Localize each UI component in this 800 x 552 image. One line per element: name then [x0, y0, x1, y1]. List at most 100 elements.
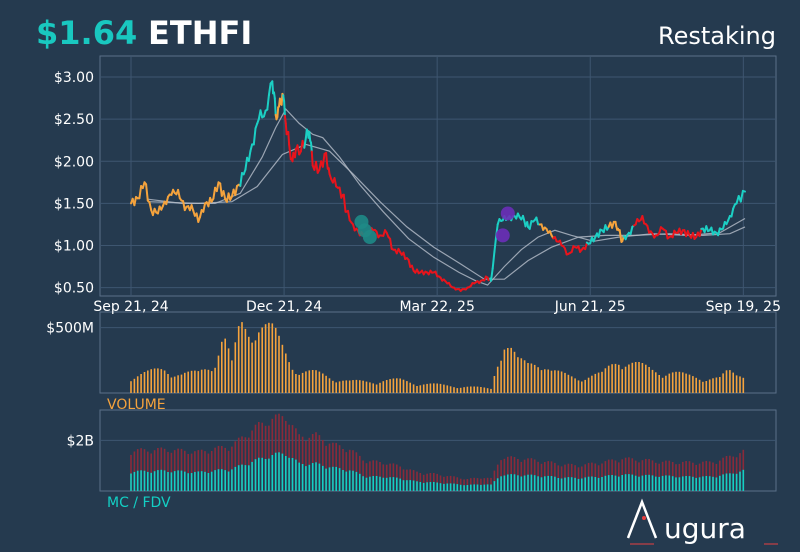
volume-bar	[150, 369, 152, 393]
mcap-bar	[470, 484, 472, 491]
mcap-bar	[496, 478, 499, 491]
mcap-bar	[480, 484, 482, 491]
volume-bar	[496, 366, 499, 393]
volume-bar	[264, 324, 267, 393]
volume-bar	[463, 387, 465, 393]
mcap-bar	[735, 473, 738, 491]
mcap-bar	[554, 476, 556, 491]
volume-bar	[295, 374, 297, 393]
volume-bar	[702, 381, 704, 393]
mcap-bar	[618, 476, 620, 491]
volume-bar	[251, 342, 253, 393]
y-tick-label: $2.00	[54, 154, 94, 170]
volume-bar	[177, 375, 179, 393]
mcap-bar	[197, 471, 200, 491]
mcap-bar	[254, 459, 257, 491]
mcap-bar	[621, 475, 623, 491]
volume-bar	[631, 362, 634, 393]
volume-bar	[328, 378, 331, 393]
mcap-bar	[244, 465, 247, 491]
mcap-bar	[641, 475, 644, 491]
mcap-bar	[453, 483, 455, 491]
volume-bar	[729, 370, 731, 393]
volume-bar	[466, 386, 469, 393]
mcap-bar	[533, 475, 536, 491]
mcap-bar	[439, 483, 442, 491]
mcap-y-tick: $2B	[67, 433, 94, 449]
volume-bar	[194, 370, 196, 393]
price-segment	[664, 229, 669, 240]
price-segment	[342, 193, 346, 204]
volume-label: VOLUME	[107, 397, 166, 413]
mcap-bar	[258, 457, 260, 491]
y-tick-label: $1.50	[54, 196, 94, 212]
volume-bar	[385, 380, 388, 393]
mcap-bar	[634, 475, 637, 491]
price-segment	[321, 152, 326, 168]
volume-bar	[483, 387, 486, 393]
event-marker	[500, 206, 515, 221]
volume-bar	[157, 368, 159, 393]
volume-bar	[298, 374, 300, 393]
volume-bar	[439, 383, 442, 393]
volume-bar	[241, 322, 243, 393]
volume-bar	[399, 378, 401, 393]
mcap-bar	[130, 473, 132, 491]
mcap-bar	[624, 474, 627, 491]
mcap-bar	[510, 474, 512, 491]
mcap-bar	[577, 478, 580, 491]
volume-bar	[490, 388, 492, 393]
price-segment	[389, 237, 393, 250]
mcap-bar	[500, 476, 502, 491]
mcap-bar	[288, 457, 290, 491]
mcap-bar	[739, 471, 741, 491]
x-tick-label: Sep 21, 24	[93, 299, 168, 315]
mcap-bar	[574, 477, 576, 491]
volume-bar	[352, 380, 354, 393]
volume-bar	[742, 377, 745, 393]
x-tick-label: Dec 21, 24	[246, 299, 322, 315]
volume-bar	[587, 377, 590, 393]
mcap-bar	[705, 476, 708, 491]
mcap-bar	[217, 469, 220, 491]
volume-bar	[503, 349, 506, 393]
volume-bar	[180, 374, 183, 393]
mcap-bar	[271, 455, 274, 491]
price-segment	[407, 258, 412, 268]
volume-bar	[597, 372, 600, 393]
mcap-bar	[348, 470, 351, 491]
mcap-bar	[433, 482, 435, 491]
volume-bar	[547, 369, 549, 393]
price-segment	[247, 150, 252, 162]
mcap-bar	[399, 478, 401, 491]
mcap-bar	[251, 461, 253, 491]
mcap-bar	[655, 476, 657, 491]
mcap-bar	[446, 483, 449, 491]
moving-average-1-line	[147, 108, 746, 286]
volume-bar	[285, 353, 287, 393]
volume-bar	[540, 370, 543, 393]
price-segment	[145, 183, 149, 202]
mcap-bar	[419, 482, 422, 491]
volume-bar	[624, 366, 627, 393]
volume-bar	[618, 364, 620, 393]
volume-bar	[453, 387, 455, 393]
x-tick-label: Jun 21, 25	[554, 299, 626, 315]
volume-bar	[274, 327, 277, 393]
mcap-bar	[385, 477, 388, 491]
mcap-bar	[695, 477, 697, 491]
volume-bar	[507, 348, 509, 393]
mcap-bar	[560, 478, 563, 491]
volume-bar	[668, 373, 671, 393]
mcap-bar	[463, 485, 465, 491]
price-segment	[234, 185, 238, 197]
volume-bar	[594, 373, 597, 393]
mcap-bar	[325, 468, 327, 491]
volume-bar	[207, 369, 210, 393]
price-segment	[347, 209, 351, 222]
mcap-bar	[274, 452, 277, 491]
price-segment	[138, 185, 143, 200]
mcap-bar	[157, 470, 159, 491]
volume-bar	[500, 360, 502, 393]
mcap-bar	[665, 475, 667, 491]
